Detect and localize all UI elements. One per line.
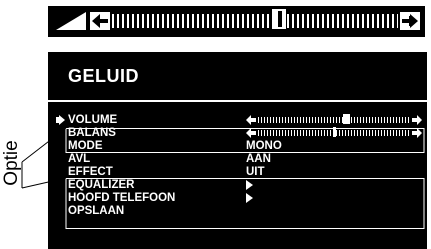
menu-item-value: MONO [246, 140, 282, 152]
volume-osd-bar [48, 6, 425, 37]
volume-triangle-icon [56, 12, 86, 30]
sound-menu-panel: GELUID VOLUME BALANS MODE MONO AVL AAN E… [48, 52, 427, 249]
volume-osd-slider[interactable] [90, 8, 420, 31]
menu-item-value: AAN [246, 153, 271, 165]
option-callout-text: Optie [1, 140, 22, 186]
menu-item-label: HOOFD TELEFOON [68, 192, 176, 204]
menu-title: GELUID [68, 66, 140, 86]
menu-item-label: BALANS [68, 127, 116, 139]
menu-item-label: EFFECT [68, 166, 113, 178]
menu-item-label: OPSLAAN [68, 205, 125, 217]
menu-item-value: UIT [246, 166, 265, 178]
balance-slider[interactable] [246, 127, 422, 138]
slider-left-arrow-icon [246, 128, 256, 138]
slider-right-arrow-icon [412, 128, 422, 138]
option-callout-label: Optie [1, 135, 22, 191]
volume-slider[interactable] [246, 114, 422, 125]
slider-left-arrow-icon [246, 115, 256, 125]
volume-osd-knob[interactable] [271, 8, 288, 30]
menu-item-label: VOLUME [68, 114, 118, 126]
volume-decrease-icon[interactable] [90, 12, 110, 30]
selection-pointer-icon [56, 115, 65, 125]
volume-osd-track [112, 14, 398, 28]
menu-item-label: AVL [68, 153, 91, 165]
slider-right-arrow-icon [412, 115, 422, 125]
submenu-arrow-icon [246, 193, 253, 203]
volume-slider-knob[interactable] [342, 114, 350, 124]
menu-item-label: EQUALIZER [68, 179, 135, 191]
submenu-arrow-icon [246, 180, 253, 190]
menu-item-label: MODE [68, 140, 103, 152]
balance-slider-knob[interactable] [332, 127, 336, 137]
title-divider [48, 100, 427, 102]
volume-increase-icon[interactable] [400, 12, 420, 30]
